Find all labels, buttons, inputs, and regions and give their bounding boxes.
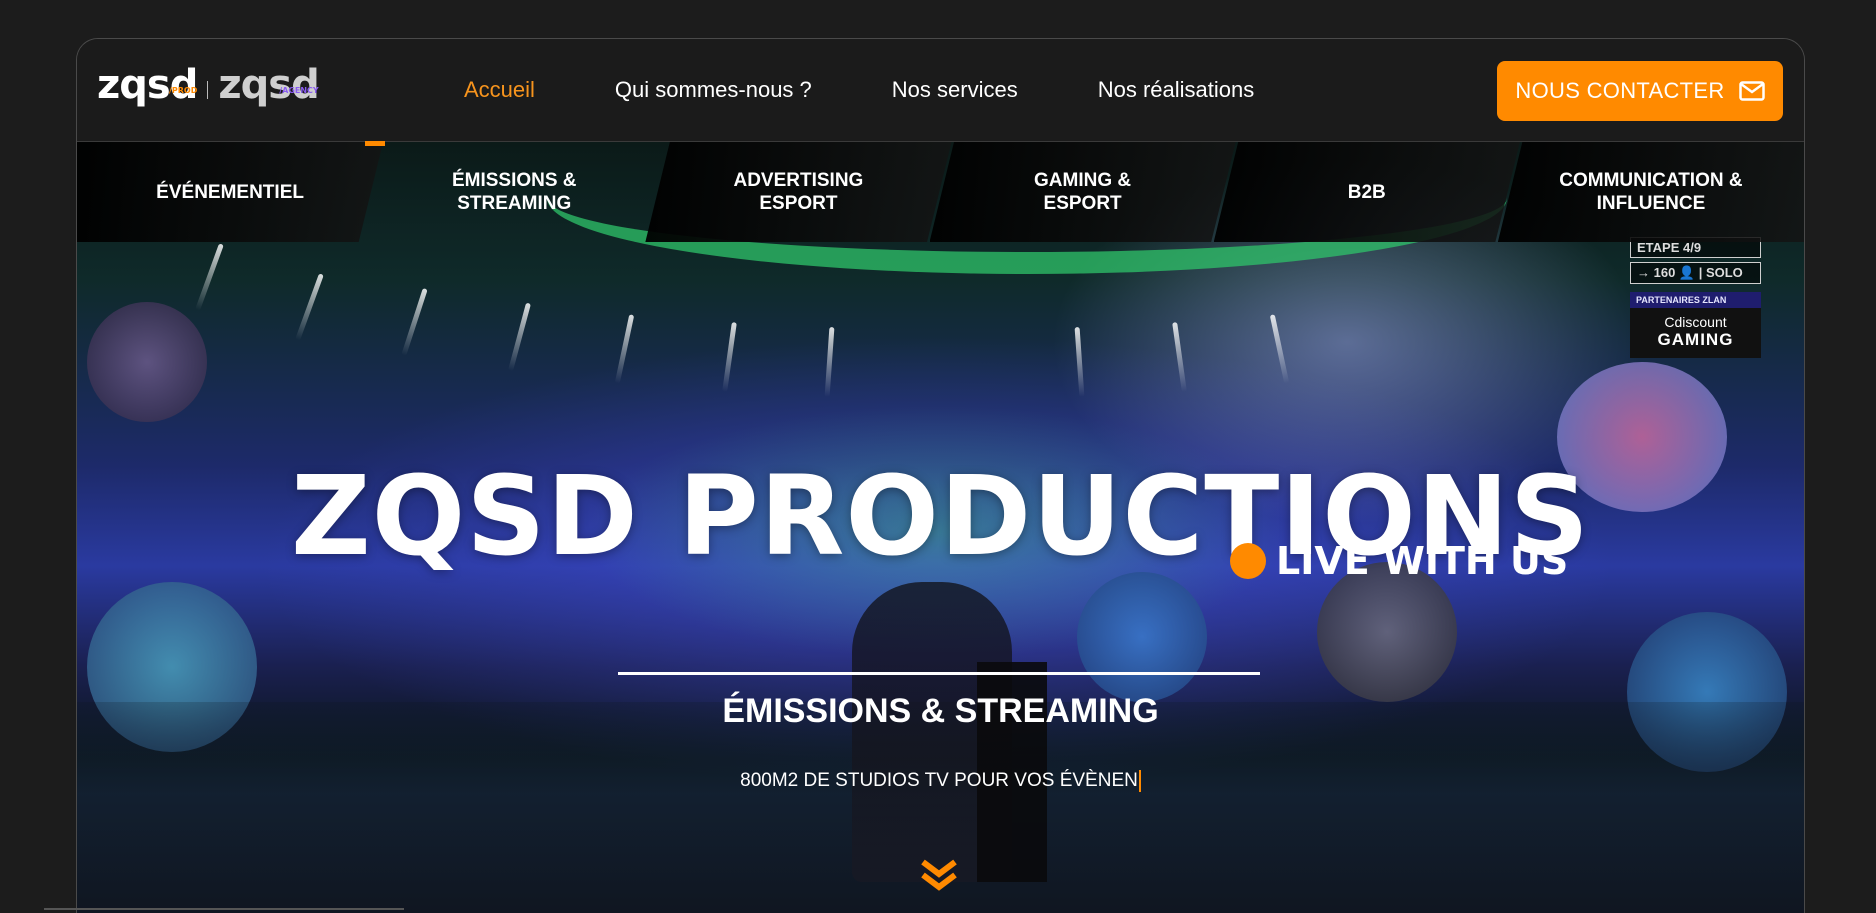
section-title: ÉMISSIONS & STREAMING: [722, 692, 1159, 730]
section-divider: [618, 672, 1260, 675]
stage-light: [1074, 326, 1085, 398]
zqsd-logo[interactable]: zqsd /PROD zqsd /AGENCY: [97, 62, 320, 119]
overlay-players: → 160 👤 | SOLO: [1630, 262, 1761, 284]
logo-prod: zqsd /PROD: [97, 62, 198, 108]
stage-light: [295, 273, 324, 341]
logo-agency: zqsd /AGENCY: [218, 62, 319, 108]
stage-light: [1269, 314, 1290, 384]
page-frame: zqsd /PROD zqsd /AGENCY Accueil Qui somm…: [76, 38, 1805, 913]
bottom-scroll-indicator: [44, 908, 404, 910]
logo-separator: [207, 81, 209, 99]
nav-nos-services[interactable]: Nos services: [892, 77, 1018, 103]
category-nav: ÉVÉNEMENTIEL ÉMISSIONS & STREAMING ADVER…: [77, 142, 1804, 242]
pixel-planet: [1317, 562, 1457, 702]
contact-button[interactable]: NOUS CONTACTER: [1497, 61, 1783, 121]
stage-light: [401, 287, 428, 357]
overlay-partner: PARTENAIRES ZLAN: [1630, 292, 1761, 308]
mail-icon: [1738, 81, 1765, 101]
live-tagline: LIVE WITH US: [1230, 539, 1568, 583]
section-subtitle: 800M2 DE STUDIOS TV POUR VOS ÉVÈNEN: [77, 770, 1804, 792]
category-b2b[interactable]: B2B: [1213, 142, 1520, 242]
category-communication-influence[interactable]: COMMUNICATION & INFLUENCE: [1497, 142, 1804, 242]
stage-light: [722, 321, 737, 393]
pixel-planet: [87, 302, 207, 422]
active-tab-marker: [365, 141, 385, 146]
stream-overlay: ETAPE 4/9 → 160 👤 | SOLO PARTENAIRES ZLA…: [1630, 237, 1761, 358]
category-emissions-streaming[interactable]: ÉMISSIONS & STREAMING: [361, 142, 667, 242]
category-gaming-esport[interactable]: GAMING & ESPORT: [929, 142, 1236, 242]
category-evenementiel[interactable]: ÉVÉNEMENTIEL: [77, 142, 384, 242]
live-text: LIVE WITH US: [1276, 539, 1569, 583]
scroll-down-chevron-icon[interactable]: [920, 858, 958, 897]
nav-accueil[interactable]: Accueil: [464, 77, 535, 103]
stage-light: [614, 314, 635, 384]
category-advertising-esport[interactable]: ADVERTISING ESPORT: [645, 142, 952, 242]
stage-light: [195, 243, 224, 311]
nav-nos-realisations[interactable]: Nos réalisations: [1098, 77, 1255, 103]
cdiscount-gaming-logo: Cdiscount GAMING: [1630, 308, 1761, 358]
stage-light: [824, 326, 835, 398]
stage-light: [508, 302, 531, 372]
nav-qui-sommes-nous[interactable]: Qui sommes-nous ?: [615, 77, 812, 103]
stage-light: [1172, 321, 1187, 393]
pixel-planet: [1077, 572, 1207, 702]
contact-button-label: NOUS CONTACTER: [1515, 78, 1725, 103]
live-dot-icon: [1230, 543, 1266, 579]
hero-section: ÉVÉNEMENTIEL ÉMISSIONS & STREAMING ADVER…: [77, 142, 1804, 913]
typing-caret: [1138, 770, 1141, 792]
